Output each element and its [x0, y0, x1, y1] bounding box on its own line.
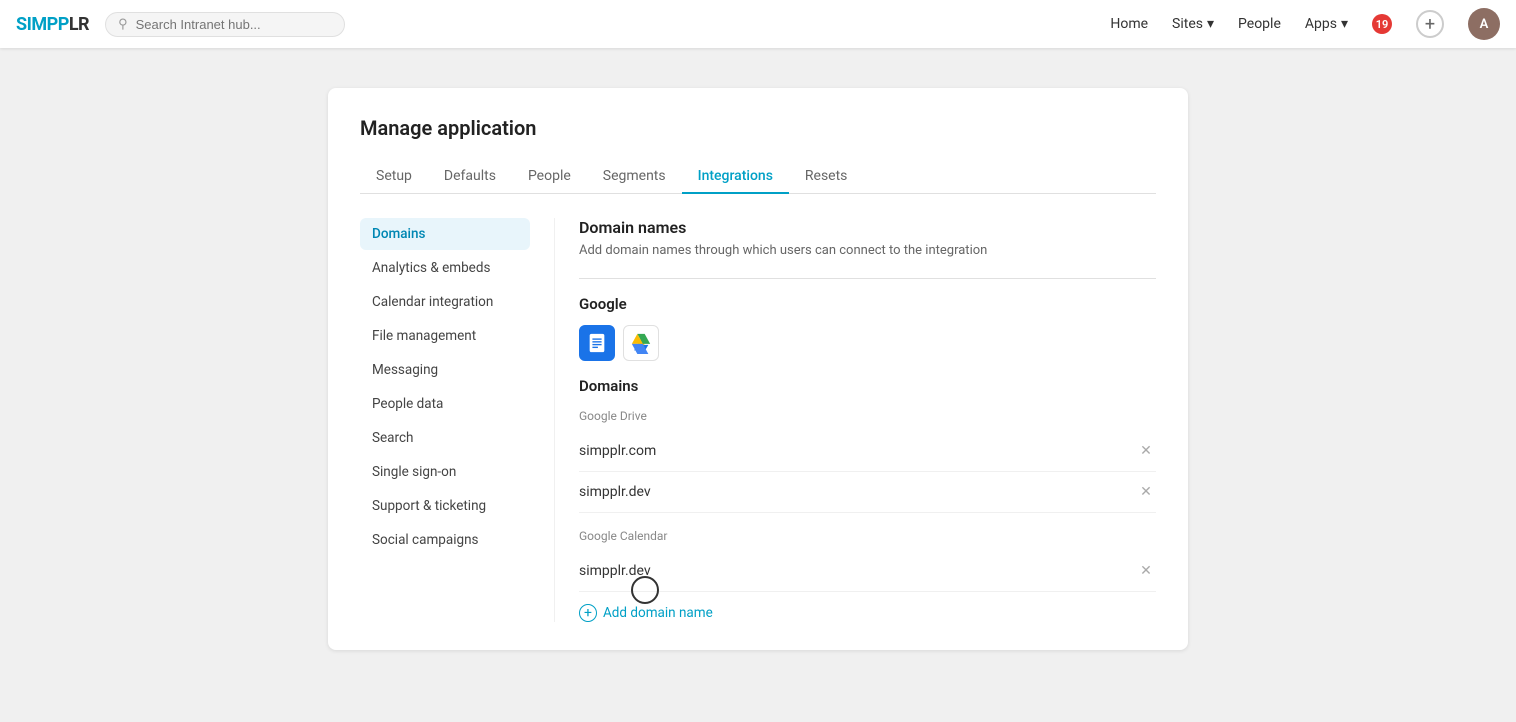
tab-people[interactable]: People: [512, 160, 587, 194]
sidebar-item-messaging[interactable]: Messaging: [360, 354, 530, 386]
remove-drive-domain-1-button[interactable]: ✕: [1136, 441, 1156, 461]
sidebar-item-search[interactable]: Search: [360, 422, 530, 454]
chevron-down-icon: ▾: [1341, 16, 1348, 32]
domain-names-desc: Add domain names through which users can…: [579, 243, 1156, 258]
add-domain-link[interactable]: + Add domain name: [579, 604, 1156, 622]
drive-domain-value-2: simpplr.dev: [579, 484, 651, 500]
sidebar-item-calendar[interactable]: Calendar integration: [360, 286, 530, 318]
drive-domain-row-2: simpplr.dev ✕: [579, 472, 1156, 513]
sidebar-item-people-data[interactable]: People data: [360, 388, 530, 420]
avatar[interactable]: A: [1468, 8, 1500, 40]
content-area: Domains Analytics & embeds Calendar inte…: [360, 218, 1156, 622]
google-icons: [579, 325, 1156, 361]
tab-defaults[interactable]: Defaults: [428, 160, 512, 194]
tab-segments[interactable]: Segments: [587, 160, 682, 194]
remove-cal-domain-1-button[interactable]: ✕: [1136, 561, 1156, 581]
search-input[interactable]: [136, 17, 332, 32]
main-content: Domain names Add domain names through wh…: [554, 218, 1156, 622]
chevron-down-icon: ▾: [1207, 16, 1214, 32]
google-drive-icon: [623, 325, 659, 361]
sidebar-item-social[interactable]: Social campaigns: [360, 524, 530, 556]
drive-domain-value-1: simpplr.com: [579, 443, 656, 459]
manage-application-card: Manage application Setup Defaults People…: [328, 88, 1188, 650]
google-sheets-icon: [579, 325, 615, 361]
divider-top: [579, 278, 1156, 279]
navbar-right: Home Sites ▾ People Apps ▾ 19 + A: [1110, 8, 1500, 40]
add-domain-plus-icon: +: [579, 604, 597, 622]
sidebar-item-analytics[interactable]: Analytics & embeds: [360, 252, 530, 284]
cal-domain-value-1: simpplr.dev: [579, 563, 651, 579]
sidebar-item-file-mgmt[interactable]: File management: [360, 320, 530, 352]
domain-names-title: Domain names: [579, 218, 1156, 237]
cal-domain-row-1: simpplr.dev ✕: [579, 551, 1156, 592]
navbar: SIMPPLR ⚲ Home Sites ▾ People Apps ▾ 19 …: [0, 0, 1516, 48]
google-label: Google: [579, 295, 1156, 313]
domains-section-label: Domains: [579, 377, 1156, 395]
tabs: Setup Defaults People Segments Integrati…: [360, 160, 1156, 194]
nav-people[interactable]: People: [1238, 16, 1281, 32]
remove-drive-domain-2-button[interactable]: ✕: [1136, 482, 1156, 502]
tab-resets[interactable]: Resets: [789, 160, 864, 194]
nav-home[interactable]: Home: [1110, 16, 1148, 32]
sidebar-item-sso[interactable]: Single sign-on: [360, 456, 530, 488]
nav-apps[interactable]: Apps ▾: [1305, 16, 1348, 32]
sidebar-item-support[interactable]: Support & ticketing: [360, 490, 530, 522]
sidebar: Domains Analytics & embeds Calendar inte…: [360, 218, 530, 622]
google-calendar-label: Google Calendar: [579, 529, 1156, 543]
page-title: Manage application: [360, 116, 1156, 140]
tab-setup[interactable]: Setup: [360, 160, 428, 194]
search-bar[interactable]: ⚲: [105, 12, 345, 37]
add-domain-label: Add domain name: [603, 605, 713, 621]
notification-badge[interactable]: 19: [1372, 14, 1392, 34]
logo: SIMPPLR: [16, 14, 89, 35]
drive-domain-row-1: simpplr.com ✕: [579, 431, 1156, 472]
search-icon: ⚲: [118, 17, 128, 32]
page-wrapper: Manage application Setup Defaults People…: [0, 48, 1516, 690]
sidebar-item-domains[interactable]: Domains: [360, 218, 530, 250]
add-button[interactable]: +: [1416, 10, 1444, 38]
google-drive-label: Google Drive: [579, 409, 1156, 423]
tab-integrations[interactable]: Integrations: [682, 160, 789, 194]
nav-sites[interactable]: Sites ▾: [1172, 16, 1214, 32]
